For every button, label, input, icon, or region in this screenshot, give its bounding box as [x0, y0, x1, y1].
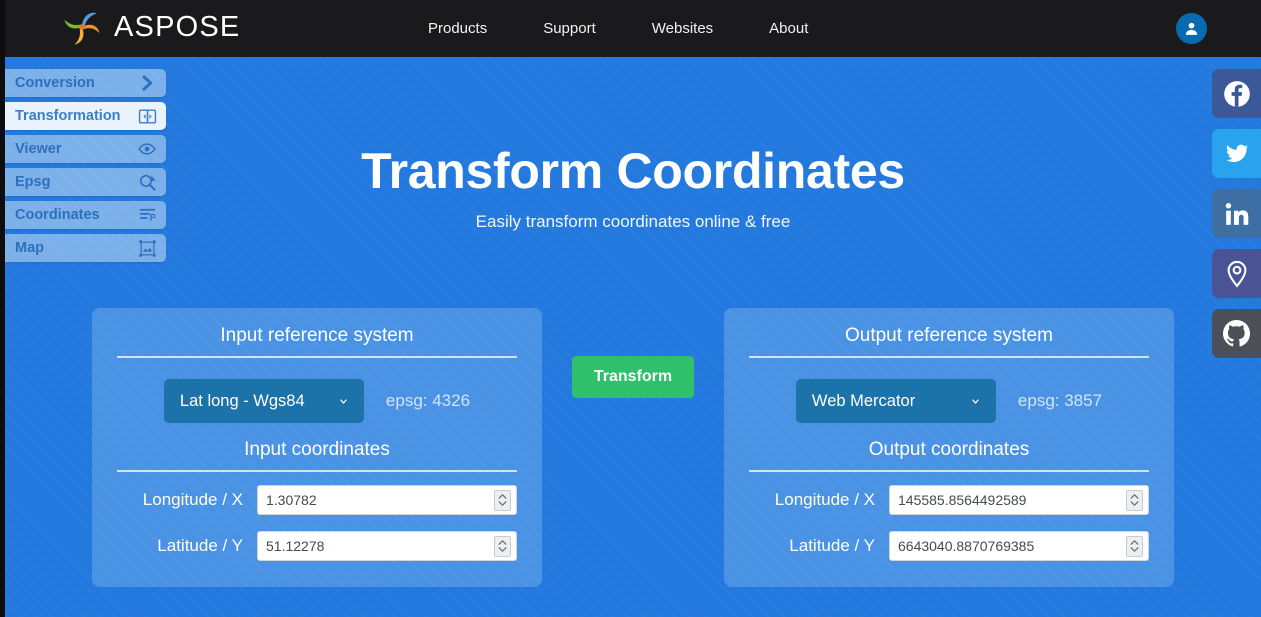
- output-coordinate-fields: Longitude / X Latitude / Y: [749, 485, 1149, 561]
- left-sidebar-menu: Conversion Transformation Viewer: [5, 69, 166, 262]
- chevron-down-icon: [337, 397, 350, 406]
- page-subtitle: Easily transform coordinates online & fr…: [5, 212, 1261, 232]
- social-link-github[interactable]: [1212, 309, 1261, 358]
- input-coordinate-fields: Longitude / X Latitude / Y: [117, 485, 517, 561]
- sidebar-item-label: Coordinates: [15, 207, 100, 223]
- input-epsg-label: epsg: 4326: [386, 391, 470, 411]
- sidebar-item-label: Map: [15, 240, 44, 256]
- input-crs-row: Lat long - Wgs84 epsg: 4326: [117, 358, 517, 439]
- nav-item-support[interactable]: Support: [515, 12, 624, 45]
- svg-text:P: P: [149, 212, 155, 222]
- aspose-logo-text: ASPOSE: [114, 7, 240, 47]
- chevron-right-icon: [136, 73, 158, 93]
- sidebar-item-conversion[interactable]: Conversion: [5, 69, 166, 97]
- input-longitude-input[interactable]: [258, 486, 494, 514]
- output-longitude-row: Longitude / X: [749, 485, 1149, 515]
- user-avatar-icon: [1183, 20, 1200, 37]
- output-coordinates-title: Output coordinates: [749, 439, 1149, 472]
- input-crs-selected-value: Lat long - Wgs84: [180, 392, 305, 411]
- input-latitude-field[interactable]: [257, 531, 517, 561]
- sidebar-item-coordinates[interactable]: Coordinates P: [5, 201, 166, 229]
- output-latitude-row: Latitude / Y: [749, 531, 1149, 561]
- map-pin-icon: [1224, 260, 1250, 288]
- hero-section: Transform Coordinates Easily transform c…: [5, 143, 1261, 232]
- top-header-bar: ASPOSE Products Support Websites About: [0, 0, 1261, 57]
- nav-item-about[interactable]: About: [741, 12, 836, 45]
- facebook-icon: [1223, 80, 1251, 108]
- output-crs-selected-value: Web Mercator: [812, 392, 915, 411]
- output-latitude-field[interactable]: [889, 531, 1149, 561]
- input-crs-select[interactable]: Lat long - Wgs84: [164, 379, 364, 423]
- output-latitude-label: Latitude / Y: [789, 536, 875, 556]
- input-latitude-input[interactable]: [258, 532, 494, 560]
- output-epsg-label: epsg: 3857: [1018, 391, 1102, 411]
- nav-item-products[interactable]: Products: [400, 12, 515, 45]
- output-longitude-field[interactable]: [889, 485, 1149, 515]
- twitter-icon: [1223, 142, 1251, 166]
- eye-icon: [136, 139, 158, 159]
- page-left-edge: [0, 0, 5, 617]
- page-title: Transform Coordinates: [5, 143, 1261, 199]
- input-longitude-label: Longitude / X: [143, 490, 243, 510]
- output-crs-select[interactable]: Web Mercator: [796, 379, 996, 423]
- output-crs-row: Web Mercator epsg: 3857: [749, 358, 1149, 439]
- input-longitude-row: Longitude / X: [117, 485, 517, 515]
- transform-button[interactable]: Transform: [572, 356, 694, 398]
- input-coordinates-title: Input coordinates: [117, 439, 517, 472]
- sidebar-item-label: Transformation: [15, 108, 121, 124]
- sidebar-item-epsg[interactable]: Epsg: [5, 168, 166, 196]
- social-link-twitter[interactable]: [1212, 129, 1261, 178]
- transform-button-area: Transform: [542, 308, 724, 398]
- sidebar-item-label: Epsg: [15, 174, 50, 190]
- input-latitude-label: Latitude / Y: [157, 536, 243, 556]
- aspose-swirl-logo-icon: [62, 7, 102, 47]
- sidebar-item-viewer[interactable]: Viewer: [5, 135, 166, 163]
- linkedin-icon: [1224, 201, 1250, 227]
- user-avatar-button[interactable]: [1176, 13, 1207, 44]
- output-reference-system-title: Output reference system: [749, 325, 1149, 358]
- input-latitude-row: Latitude / Y: [117, 531, 517, 561]
- magnifier-epsg-icon: [136, 172, 158, 192]
- sidebar-item-label: Viewer: [15, 141, 62, 157]
- nav-item-websites[interactable]: Websites: [624, 12, 741, 45]
- transform-arrows-icon: [136, 106, 158, 126]
- input-panel-card: Input reference system Lat long - Wgs84 …: [92, 308, 542, 587]
- input-reference-system-title: Input reference system: [117, 325, 517, 358]
- spinner-updown-icon[interactable]: [1126, 490, 1143, 511]
- social-link-facebook[interactable]: [1212, 69, 1261, 118]
- main-content-area: Conversion Transformation Viewer: [5, 57, 1261, 617]
- output-longitude-label: Longitude / X: [775, 490, 875, 510]
- sidebar-item-map[interactable]: Map: [5, 234, 166, 262]
- chevron-down-icon: [969, 397, 982, 406]
- main-navigation: Products Support Websites About: [400, 0, 836, 57]
- output-latitude-input[interactable]: [890, 532, 1126, 560]
- aspose-logo-link[interactable]: ASPOSE: [62, 7, 240, 47]
- spinner-updown-icon[interactable]: [494, 536, 511, 557]
- spinner-updown-icon[interactable]: [494, 490, 511, 511]
- input-longitude-field[interactable]: [257, 485, 517, 515]
- output-panel-card: Output reference system Web Mercator eps…: [724, 308, 1174, 587]
- map-image-icon: [136, 238, 158, 258]
- social-link-linkedin[interactable]: [1212, 189, 1261, 238]
- sidebar-item-transformation[interactable]: Transformation: [5, 102, 166, 130]
- github-icon: [1222, 319, 1251, 348]
- transform-panels: Input reference system Lat long - Wgs84 …: [5, 308, 1261, 587]
- sidebar-item-label: Conversion: [15, 75, 95, 91]
- social-link-location[interactable]: [1212, 249, 1261, 298]
- social-links-rail: [1212, 69, 1261, 358]
- output-longitude-input[interactable]: [890, 486, 1126, 514]
- coordinates-list-icon: P: [136, 205, 158, 225]
- spinner-updown-icon[interactable]: [1126, 536, 1143, 557]
